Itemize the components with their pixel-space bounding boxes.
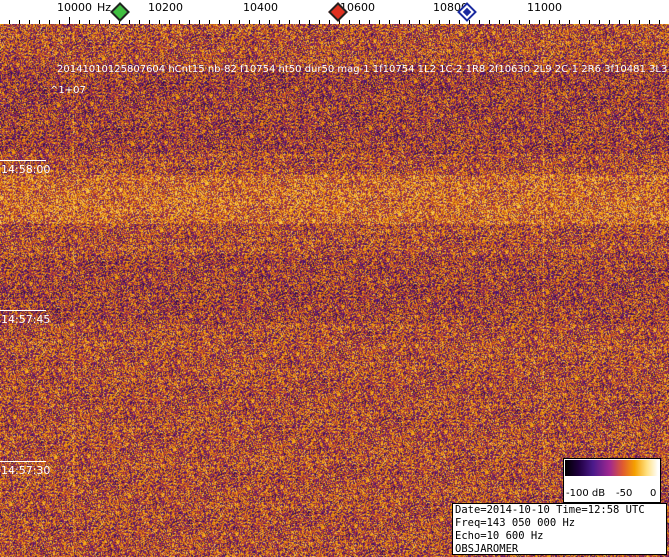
time-label-145745: 14:57:45 [1, 313, 51, 326]
frequency-ruler: 10000 Hz 10200 10400 10600 10800 11000 [0, 0, 669, 24]
color-gradient-bar [565, 460, 658, 476]
observation-info-box: Date=2014-10-10 Time=12:58 UTC Freq=143 … [452, 503, 667, 555]
ruler-tick [69, 17, 70, 24]
info-frequency: Freq=143 050 000 Hz [455, 517, 576, 529]
time-label-145800: 14:58:00 [1, 163, 51, 176]
time-label-145730: 14:57:30 [1, 464, 51, 477]
freq-label-10200: 10200 [148, 1, 183, 14]
info-echo: Echo=10 600 Hz [455, 530, 544, 542]
detection-info-text: 20141010125807604 hCnt15 nb-82 f10754 ht… [57, 64, 669, 75]
freq-label-10400: 10400 [243, 1, 278, 14]
info-date-time: Date=2014-10-10 Time=12:58 UTC [455, 504, 645, 516]
freq-label-11000: 11000 [527, 1, 562, 14]
scale-label-mid: -50 [616, 488, 633, 499]
freq-label-10000: 10000 [57, 1, 92, 14]
detection-sub-text: ^1+07 [50, 85, 86, 96]
info-observer: OBSJAROMER [455, 543, 519, 555]
time-marker-line [0, 160, 46, 161]
scale-label-min: -100 dB [566, 488, 606, 499]
scale-label-max: 0 [650, 488, 657, 499]
green-marker-icon[interactable] [110, 2, 130, 22]
color-scale-legend: -100 dB -50 0 [563, 458, 661, 503]
freq-unit-label: Hz [97, 1, 112, 14]
time-marker-line [0, 310, 46, 311]
time-marker-line [0, 461, 46, 462]
